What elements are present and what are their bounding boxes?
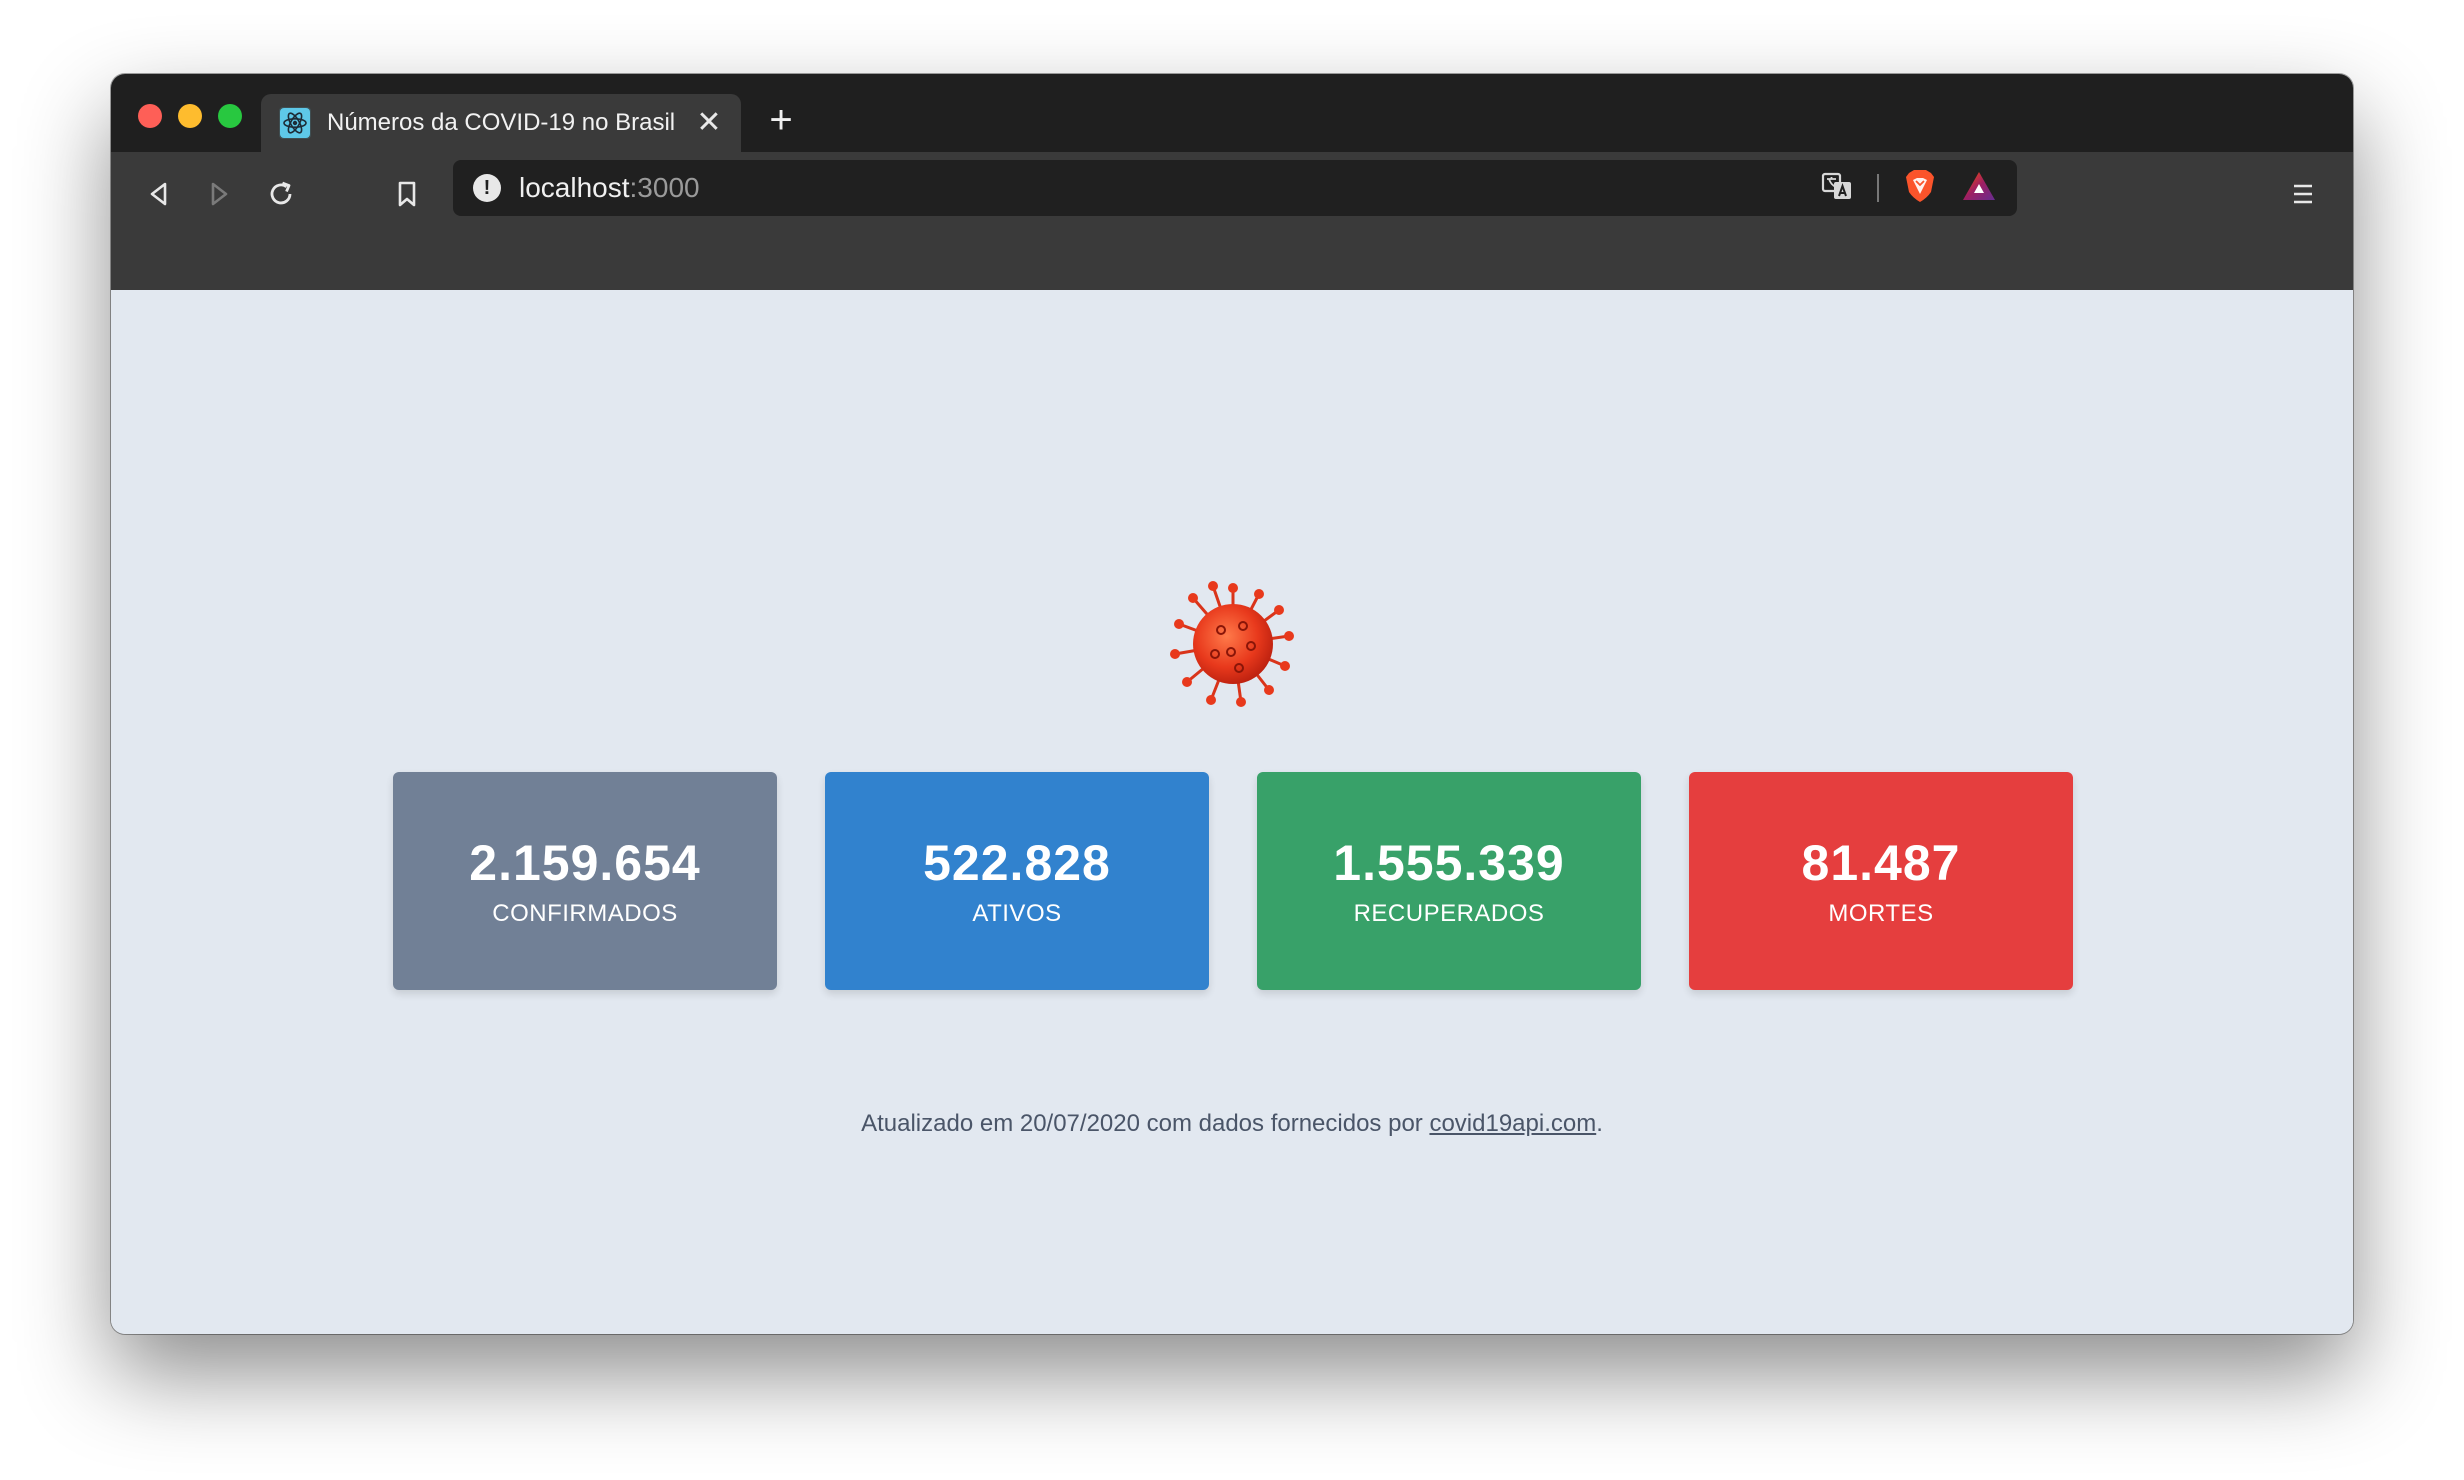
url-host: localhost — [519, 172, 630, 203]
forward-arrow-icon[interactable] — [199, 174, 239, 214]
card-label: RECUPERADOS — [1353, 900, 1545, 927]
tab-active[interactable]: Números da COVID-19 no Brasil ✕ — [261, 94, 741, 152]
maximize-window-button[interactable] — [218, 104, 242, 128]
bookmark-icon[interactable] — [387, 174, 427, 214]
address-bar[interactable]: ! localhost:3000 — [453, 160, 2017, 216]
translate-icon[interactable] — [1821, 170, 1853, 207]
card-value: 1.555.339 — [1333, 835, 1565, 891]
card-value: 81.487 — [1801, 835, 1961, 891]
browser-window: Números da COVID-19 no Brasil ✕ + ! loca… — [111, 74, 2353, 1334]
card-label: ATIVOS — [972, 900, 1062, 927]
react-icon — [279, 107, 311, 139]
url-port: :3000 — [629, 172, 700, 203]
close-window-button[interactable] — [138, 104, 162, 128]
brave-rewards-icon[interactable] — [1961, 170, 1997, 207]
card-recuperados: 1.555.339 RECUPERADOS — [1257, 772, 1641, 990]
card-value: 522.828 — [923, 835, 1111, 891]
source-link[interactable]: covid19api.com — [1429, 1110, 1596, 1137]
back-arrow-icon[interactable] — [139, 174, 179, 214]
browser-toolbar: ! localhost:3000 — [111, 152, 2353, 290]
card-value: 2.159.654 — [469, 835, 701, 891]
reload-icon[interactable] — [261, 174, 301, 214]
hamburger-menu-icon[interactable] — [2283, 174, 2323, 214]
new-tab-button[interactable]: + — [761, 100, 801, 140]
close-tab-icon[interactable]: ✕ — [695, 108, 723, 138]
page-content: 2.159.654 CONFIRMADOS 522.828 ATIVOS 1.5… — [111, 290, 2353, 1334]
minimize-window-button[interactable] — [178, 104, 202, 128]
omnibox-separator — [1877, 174, 1879, 202]
stats-cards: 2.159.654 CONFIRMADOS 522.828 ATIVOS 1.5… — [393, 772, 2073, 992]
update-note-text: Atualizado em 20/07/2020 com dados forne… — [861, 1110, 1430, 1137]
brave-shield-icon[interactable] — [1903, 168, 1937, 209]
card-ativos: 522.828 ATIVOS — [825, 772, 1209, 990]
card-label: CONFIRMADOS — [492, 900, 678, 927]
virus-icon — [1170, 581, 1294, 707]
update-note: Atualizado em 20/07/2020 com dados forne… — [111, 1110, 2353, 1138]
tab-strip: Números da COVID-19 no Brasil ✕ + — [111, 74, 2353, 152]
tab-title: Números da COVID-19 no Brasil — [327, 109, 676, 136]
card-label: MORTES — [1828, 900, 1934, 927]
card-confirmados: 2.159.654 CONFIRMADOS — [393, 772, 777, 990]
card-mortes: 81.487 MORTES — [1689, 772, 2073, 990]
info-icon[interactable]: ! — [473, 174, 501, 202]
update-note-suffix: . — [1596, 1110, 1603, 1137]
